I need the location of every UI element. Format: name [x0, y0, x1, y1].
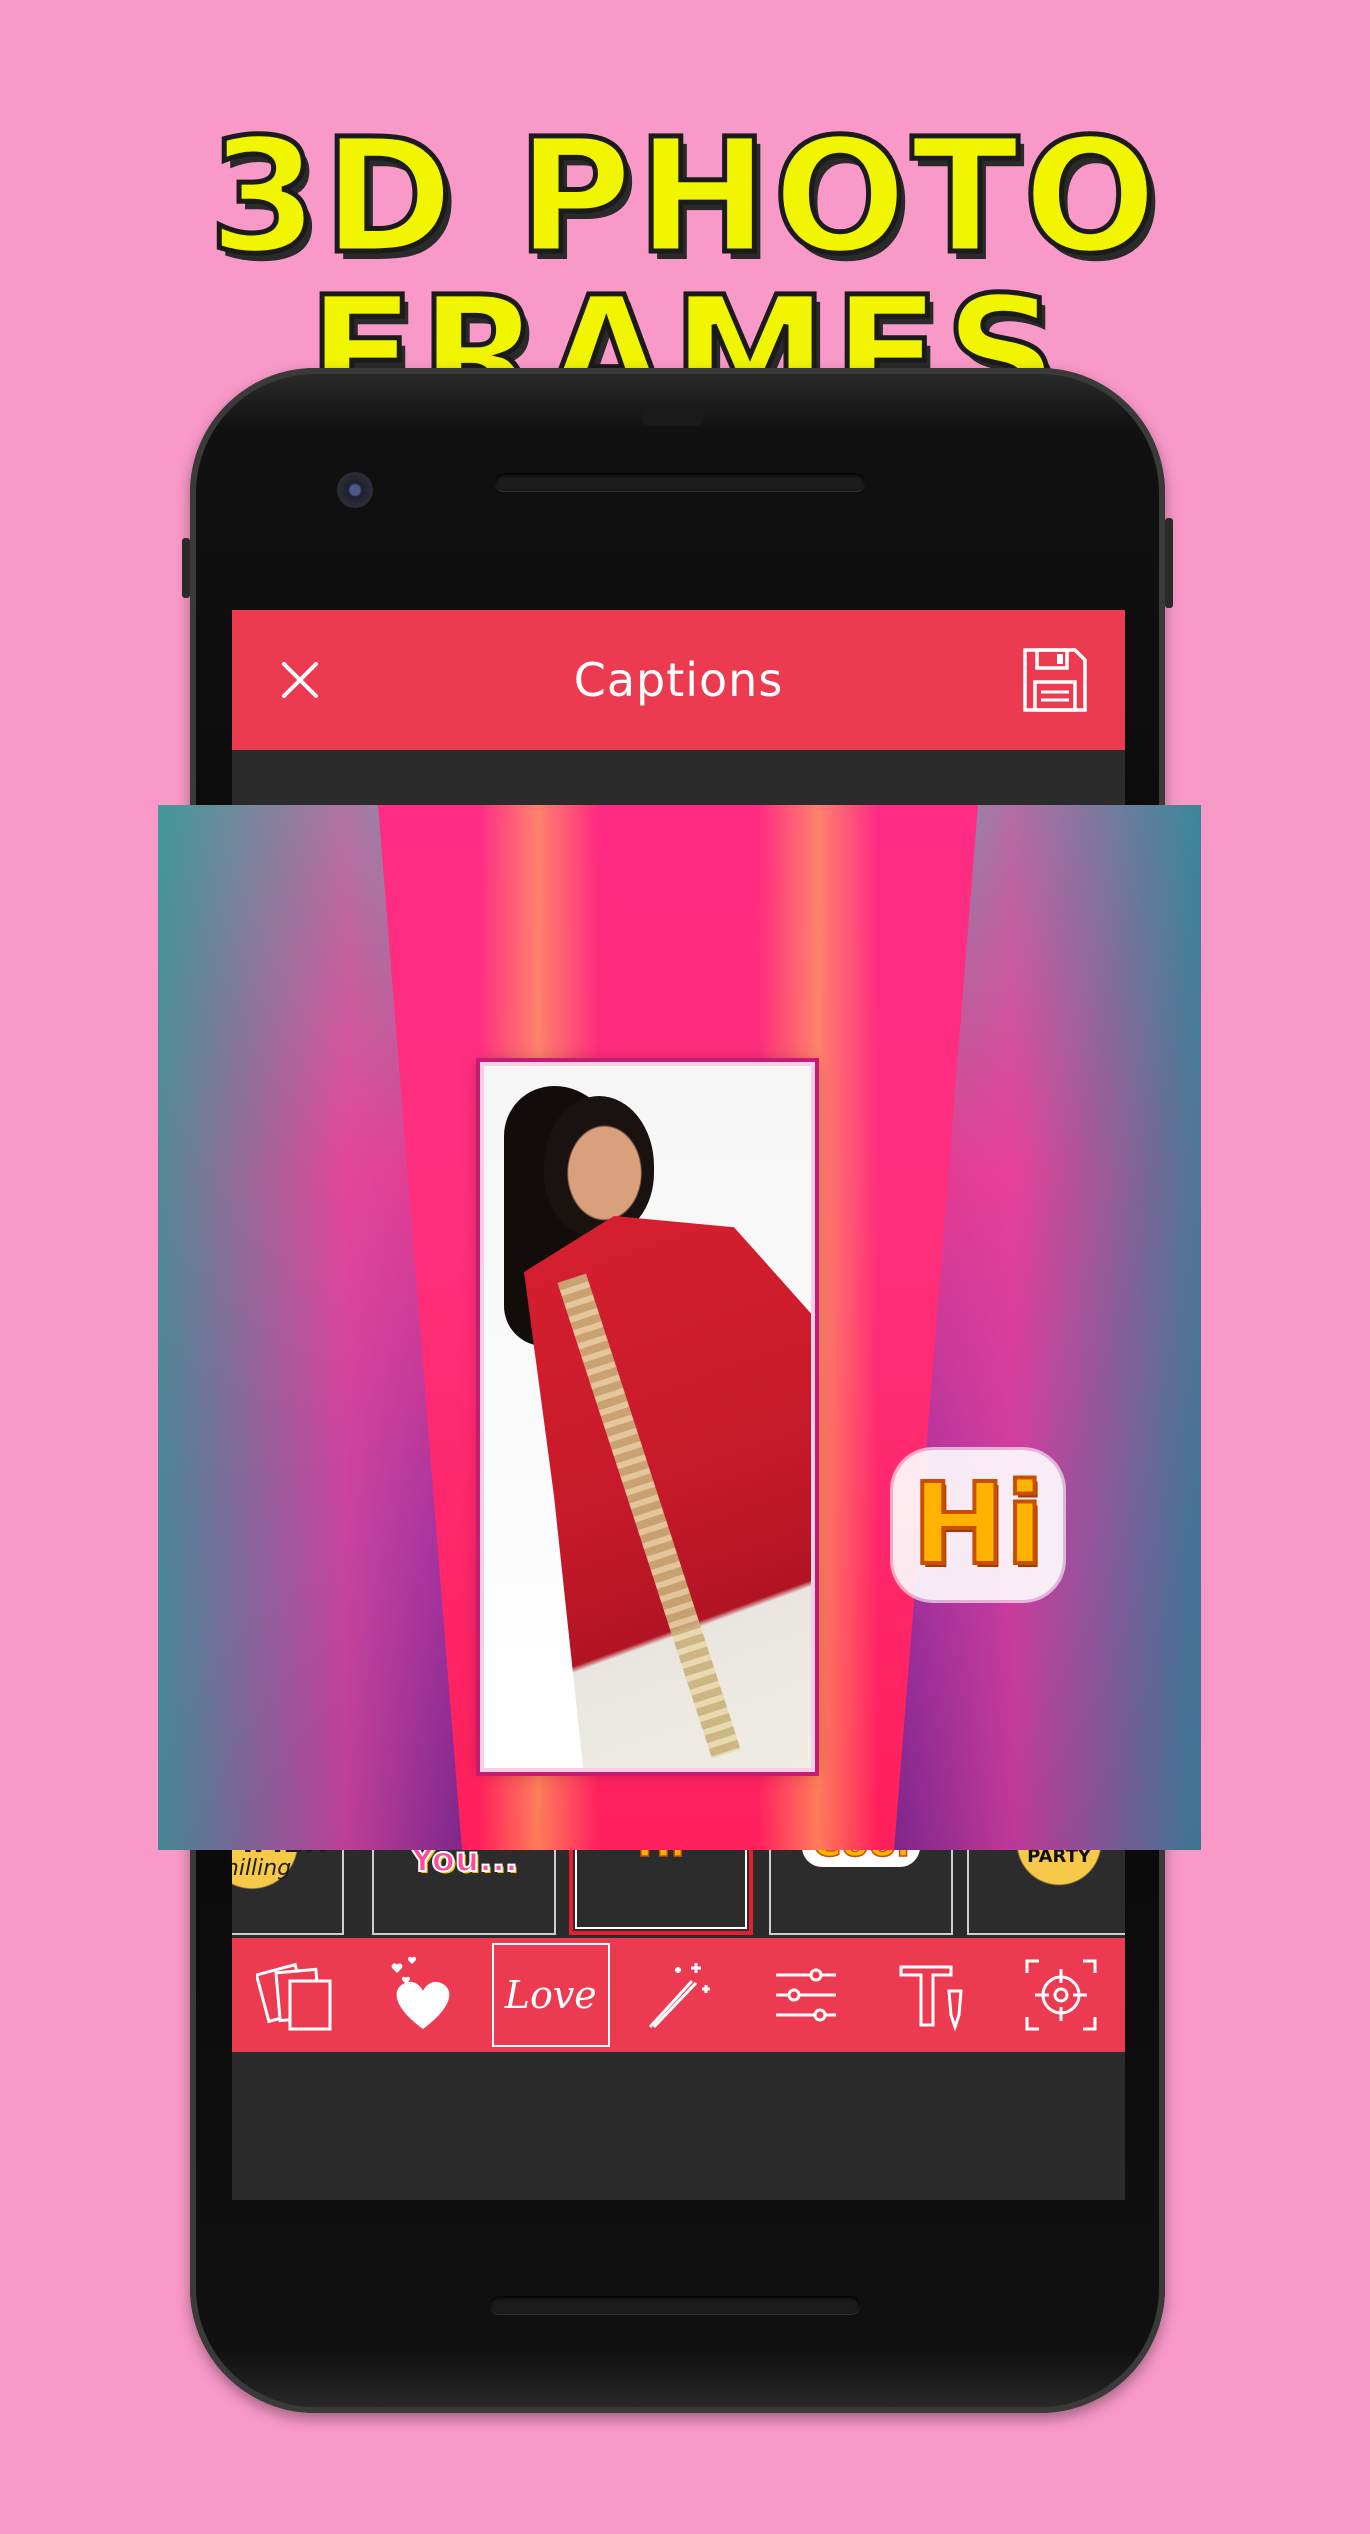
- editor-toolbar: Love: [232, 1938, 1125, 2052]
- page-title: Captions: [573, 653, 784, 707]
- focus-tool[interactable]: [997, 1938, 1125, 2052]
- close-button[interactable]: [272, 652, 328, 708]
- photo-frame-canvas[interactable]: Hi: [158, 805, 1201, 1850]
- proximity-sensor: [642, 410, 704, 426]
- sticker-text: chilling: [232, 1856, 292, 1881]
- love-text-icon: Love: [491, 1943, 610, 2047]
- phone-power-button: [1165, 518, 1173, 608]
- save-button[interactable]: [1019, 644, 1091, 716]
- stickers-tool[interactable]: [360, 1938, 488, 2052]
- magic-wand-icon: [649, 1963, 711, 2029]
- front-camera-icon: [337, 472, 373, 508]
- captions-tool[interactable]: Love: [487, 1938, 615, 2052]
- photos-stack-icon: [255, 1962, 332, 2031]
- save-floppy-icon: [1023, 648, 1087, 712]
- crosshair-focus-icon: [1025, 1959, 1097, 2031]
- hearts-icon: [391, 1956, 450, 2029]
- earpiece-speaker: [495, 473, 865, 491]
- close-icon: [282, 662, 318, 698]
- placed-sticker-hi[interactable]: Hi: [893, 1450, 1063, 1600]
- bottom-speaker: [490, 2296, 860, 2314]
- text-pen-icon: [899, 1965, 963, 2032]
- framed-photo[interactable]: [480, 1062, 815, 1772]
- text-tool[interactable]: [870, 1938, 998, 2052]
- phone-side-button: [182, 538, 190, 598]
- frames-tool[interactable]: [232, 1938, 360, 2052]
- effects-tool[interactable]: [615, 1938, 743, 2052]
- app-bar: Captions: [232, 610, 1125, 750]
- sliders-icon: [775, 1968, 836, 2022]
- photo-person-head: [544, 1096, 654, 1236]
- adjust-tool[interactable]: [742, 1938, 870, 2052]
- sticker-text: PARTY: [1027, 1846, 1091, 1867]
- love-text-label: Love: [504, 1973, 597, 2017]
- placed-sticker-text: Hi: [910, 1460, 1046, 1590]
